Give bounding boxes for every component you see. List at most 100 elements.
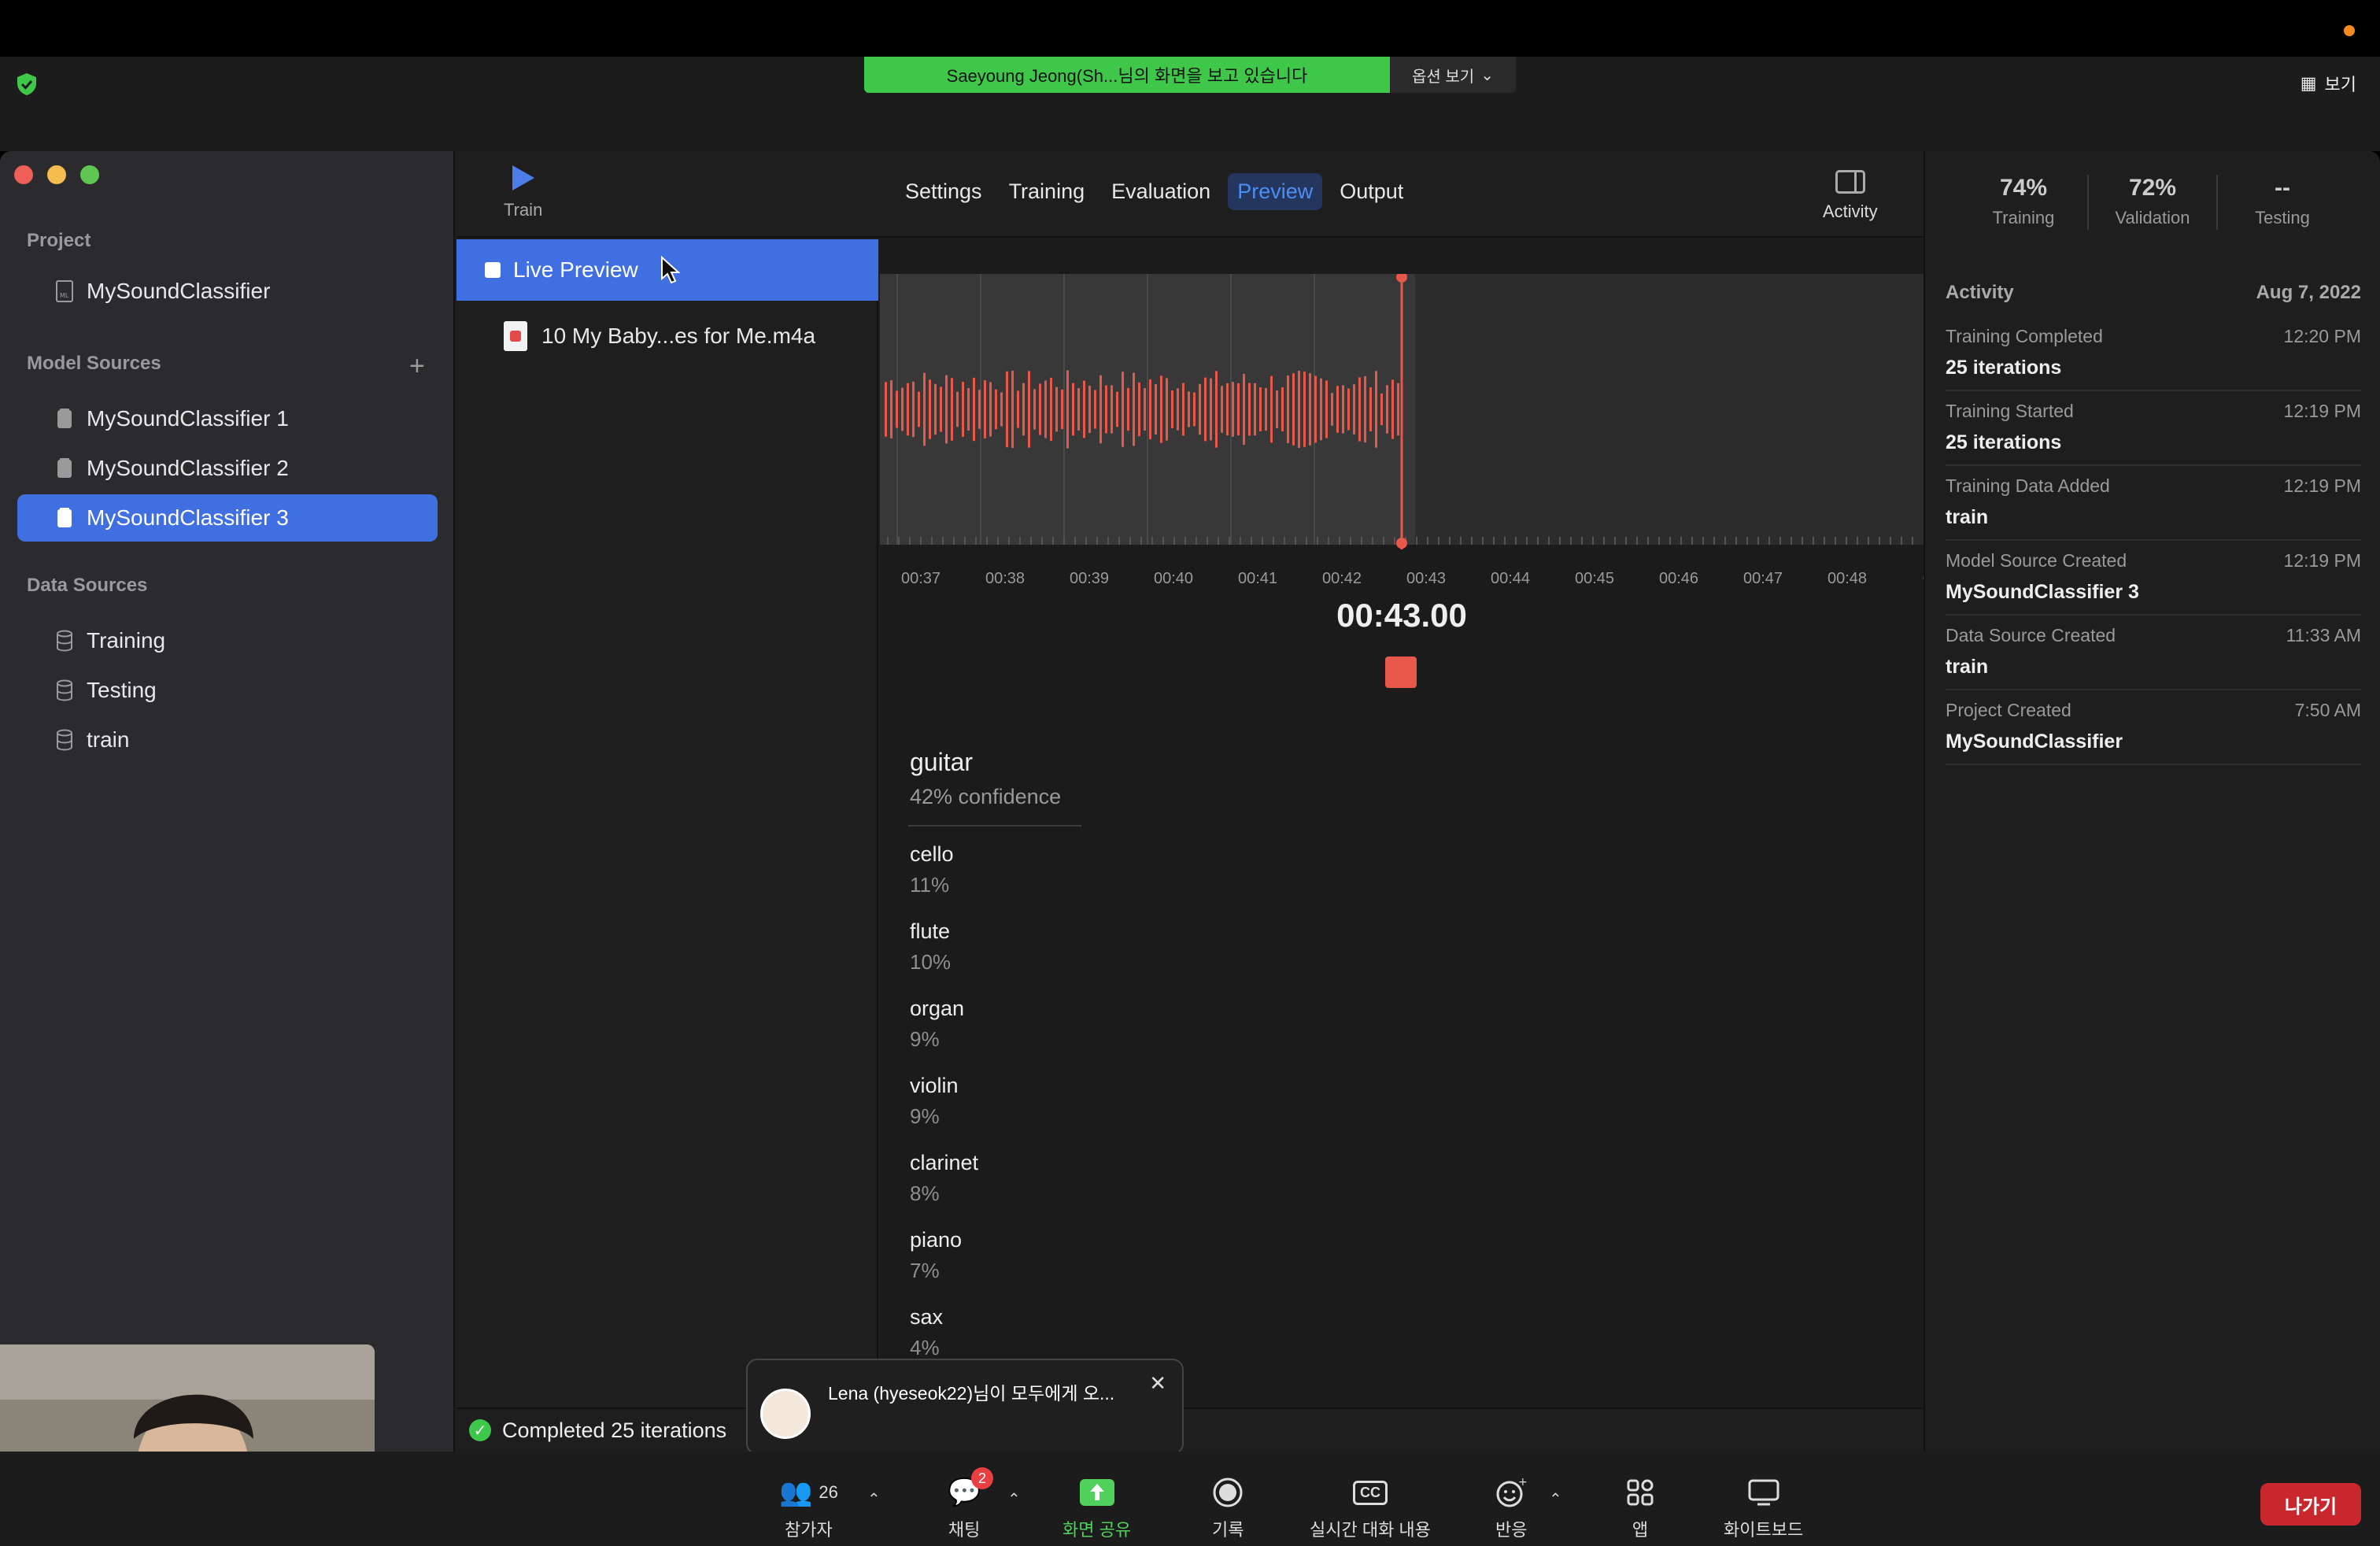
waveform-bar	[907, 383, 909, 436]
waveform-bar	[1017, 390, 1019, 428]
apps-label: 앱	[1632, 1520, 1649, 1540]
activity-time: 11:33 AM	[2286, 625, 2361, 645]
close-icon[interactable]: ✕	[1149, 1371, 1166, 1396]
captions-button[interactable]: CC 실시간 대화 내용	[1310, 1477, 1431, 1541]
sidebar-item-training[interactable]: Training	[17, 617, 438, 664]
tick-label: 00:44	[1490, 570, 1531, 587]
close-window-icon[interactable]	[14, 165, 33, 184]
add-model-source-button[interactable]: +	[409, 351, 425, 382]
stop-button[interactable]	[1385, 656, 1417, 688]
whiteboard-icon	[1748, 1479, 1779, 1506]
waveform-bar	[1254, 383, 1256, 436]
waveform-bar	[1094, 390, 1096, 429]
sidebar-item-model-3[interactable]: MySoundClassifier 3	[17, 494, 438, 542]
minimize-window-icon[interactable]	[47, 165, 66, 184]
activity-detail: train	[1946, 656, 1989, 678]
tab-preview[interactable]: Preview	[1228, 173, 1323, 210]
view-button[interactable]: ▦ 보기	[2301, 71, 2356, 96]
sidebar-item-testing[interactable]: Testing	[17, 667, 438, 714]
prediction-label: cello	[910, 842, 954, 866]
waveform-bar	[1287, 375, 1289, 443]
waveform-bar	[973, 377, 975, 442]
record-button[interactable]: 기록	[1212, 1477, 1244, 1541]
waveform-bar	[1320, 378, 1322, 441]
sidebar-item-model-1[interactable]: MySoundClassifier 1	[17, 395, 438, 442]
waveform-view[interactable]	[880, 274, 1924, 549]
activity-header: Activity Aug 7, 2022	[1946, 282, 2361, 304]
waveform-bar	[1006, 371, 1008, 448]
stat-label: Validation	[2115, 208, 2190, 227]
stat-training: 74% Training	[1960, 175, 2089, 230]
prediction-item: organ 9%	[910, 997, 978, 1074]
shield-check-icon	[17, 73, 36, 95]
waveform-bar	[1061, 389, 1063, 430]
screen-share-banner: Saeyoung Jeong(Sh...님의 화면을 보고 있습니다	[864, 57, 1390, 93]
prediction-list: cello 11% flute 10% organ 9% violin 9% clarinet 8…	[910, 842, 978, 1382]
status-bar: ✓ Completed 25 iterations	[456, 1407, 1924, 1452]
share-screen-button[interactable]: 화면 공유	[1062, 1477, 1131, 1541]
waveform-bar	[1088, 386, 1091, 433]
activity-time: 12:19 PM	[2283, 550, 2361, 571]
waveform-bar	[1265, 387, 1267, 431]
chat-button[interactable]: 💬 2 채팅	[948, 1467, 993, 1541]
waveform-bar	[1144, 387, 1146, 431]
activity-heading: Activity	[1946, 282, 2014, 303]
database-icon	[57, 729, 72, 751]
tab-evaluation[interactable]: Evaluation	[1102, 173, 1220, 210]
record-label: 기록	[1212, 1520, 1244, 1540]
waveform-bar	[1044, 380, 1047, 438]
waveform-bar	[1303, 372, 1306, 447]
activity-toggle-button[interactable]: Activity	[1823, 170, 1878, 222]
view-label: 보기	[2324, 75, 2356, 94]
whiteboard-button[interactable]: 화이트보드	[1724, 1477, 1803, 1541]
waveform-bar	[989, 382, 992, 437]
accuracy-stats: 74% Training 72% Validation -- Testing	[1925, 175, 2380, 230]
reactions-button[interactable]: + 반응	[1495, 1477, 1527, 1541]
waveform-bar	[1105, 385, 1107, 434]
activity-item: Training Data Added 12:19 PM train	[1946, 466, 2361, 541]
tab-output[interactable]: Output	[1330, 173, 1413, 210]
waveform-bar	[901, 387, 904, 431]
tick-label: 00:45	[1574, 570, 1615, 587]
view-options-button[interactable]: 옵션 보기 ⌄	[1390, 57, 1516, 93]
prediction-label: flute	[910, 919, 951, 943]
train-label: Train	[504, 200, 543, 220]
sidebar-item-label: Testing	[87, 678, 157, 702]
participants-button[interactable]: 👥 26 참가자	[779, 1477, 838, 1541]
tick-label: 00:46	[1658, 570, 1699, 587]
waveform-bar	[1199, 383, 1201, 435]
waveform-bar	[1232, 382, 1234, 437]
playhead-handle[interactable]	[1396, 538, 1407, 549]
chevron-up-icon[interactable]: ⌃	[1007, 1489, 1021, 1509]
chevron-up-icon[interactable]: ⌃	[867, 1489, 881, 1509]
activity-title: Training Data Added	[1946, 475, 2110, 496]
chat-notification[interactable]: Lena (hyeseok22)님이 모두에게 오... ✕	[746, 1359, 1184, 1455]
waveform-bar	[1226, 383, 1229, 436]
waveform-bar	[995, 389, 997, 430]
sidebar-item-model-2[interactable]: MySoundClassifier 2	[17, 445, 438, 492]
sidebar-item-project[interactable]: ML MySoundClassifier	[17, 268, 438, 315]
waveform-bar	[1369, 386, 1372, 432]
waveform-bar	[1391, 379, 1394, 439]
sidebar-item-train[interactable]: train	[17, 716, 438, 764]
zoom-window-icon[interactable]	[80, 165, 99, 184]
participants-label: 참가자	[785, 1520, 833, 1540]
tab-settings[interactable]: Settings	[896, 173, 992, 210]
apps-button[interactable]: 앱	[1624, 1477, 1656, 1541]
tab-training[interactable]: Training	[1000, 173, 1095, 210]
waveform-bar	[1099, 375, 1102, 444]
playhead-handle[interactable]	[1396, 274, 1407, 283]
toolbar: Train Settings Training Evaluation Previ…	[456, 151, 1924, 238]
model-icon	[57, 508, 72, 527]
train-button[interactable]: Train	[504, 165, 542, 220]
activity-time: 12:19 PM	[2283, 401, 2361, 421]
activity-title: Data Source Created	[1946, 625, 2116, 645]
prediction-label: violin	[910, 1074, 959, 1097]
chevron-up-icon[interactable]: ⌃	[1549, 1489, 1562, 1509]
activity-list: Training Completed 12:20 PM 25 iterations…	[1946, 316, 2361, 765]
live-preview-item[interactable]: Live Preview	[456, 239, 878, 301]
audio-file-item[interactable]: 10 My Baby...es for Me.m4a	[504, 321, 815, 351]
model-icon	[57, 409, 72, 428]
leave-meeting-button[interactable]: 나가기	[2260, 1483, 2361, 1526]
waveform-bar	[1177, 388, 1179, 431]
